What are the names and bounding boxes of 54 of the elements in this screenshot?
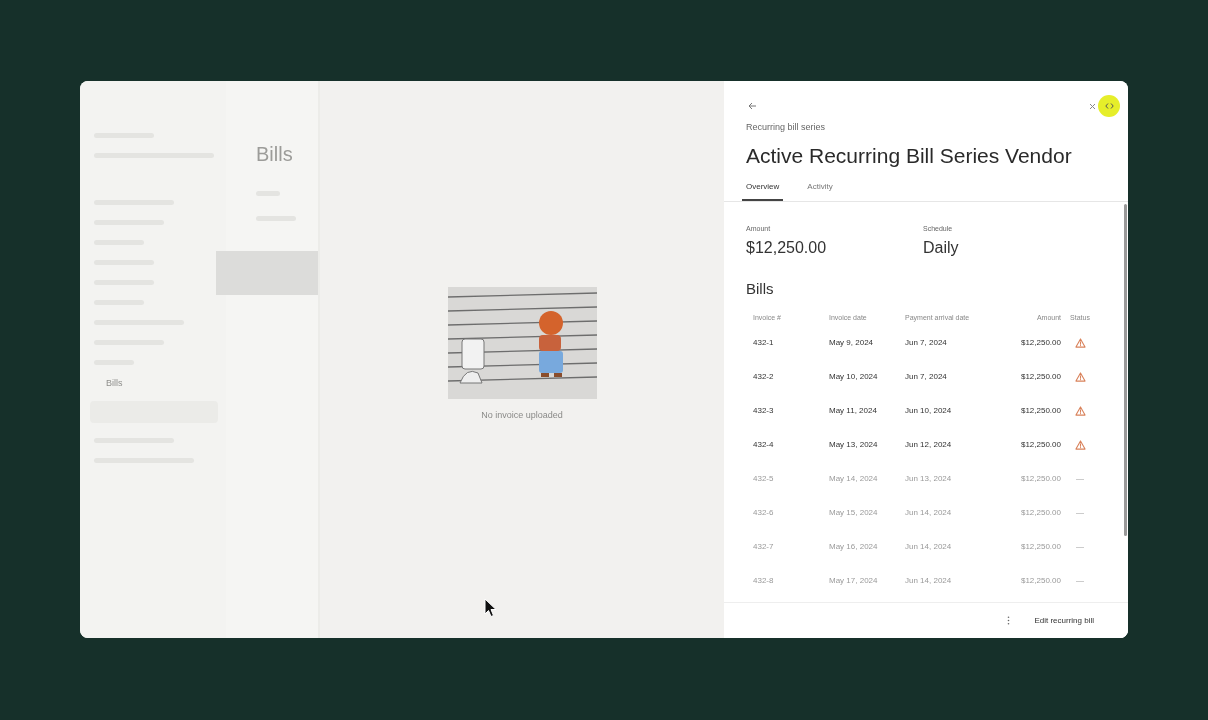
edit-recurring-bill-button[interactable]: Edit recurring bill: [1024, 610, 1104, 631]
table-cell-text: May 15, 2024: [829, 507, 879, 519]
table-cell-text: May 16, 2024: [829, 541, 879, 553]
table-cell-text: May 11, 2024: [829, 405, 878, 417]
table-cell-text: Jun 12, 2024: [905, 439, 953, 451]
preview-caption: No invoice uploaded: [481, 408, 563, 422]
table-cell-text: Jun 7, 2024: [905, 337, 948, 349]
summary-value: $12,250.00: [746, 237, 828, 258]
table-cell-text: 432-5: [753, 473, 775, 485]
table-cell-text: Jun 10, 2024: [905, 405, 953, 417]
table-row[interactable]: 432-1 May 9, 2024 Jun 7, 2024 $12,250.00: [753, 326, 1099, 360]
table-cell-text: 432-6: [753, 507, 775, 519]
table-cell-text: May 13, 2024: [829, 439, 879, 451]
back-arrow-icon[interactable]: [748, 102, 757, 110]
table-cell-text: $12,250.00: [1019, 439, 1061, 451]
table-row[interactable]: 432-3 May 11, 2024 Jun 10, 2024 $12,250.00: [753, 394, 1099, 428]
table-cell-text: 432-7: [753, 541, 775, 553]
table-cell-text: Jun 14, 2024: [905, 507, 953, 519]
table-cell-text: Jun 14, 2024: [905, 575, 953, 587]
tab[interactable]: Overview: [742, 181, 784, 201]
table-cell-text: 432-2: [753, 371, 775, 383]
table-cell-text: $12,250.00: [1019, 575, 1061, 587]
table-cell-text: $12,250.00: [1019, 541, 1061, 553]
table-row[interactable]: 432-2 May 10, 2024 Jun 7, 2024 $12,250.00: [753, 360, 1099, 394]
close-icon[interactable]: [1089, 102, 1096, 110]
status-text: —: [1076, 576, 1084, 585]
tab[interactable]: Activity: [803, 181, 837, 201]
mouse-cursor-icon: [484, 598, 497, 618]
status-text: —: [1076, 474, 1084, 483]
eyebrow-label: Recurring bill series: [746, 121, 827, 134]
table-cell-text: 432-1: [753, 337, 775, 349]
more-options-icon[interactable]: [1007, 616, 1011, 625]
table-cell-text: $12,250.00: [1019, 337, 1061, 349]
table-cell-text: May 9, 2024: [829, 337, 875, 349]
table-cell-text: $12,250.00: [1019, 405, 1061, 417]
table-row[interactable]: 432-4 May 13, 2024 Jun 12, 2024 $12,250.00: [753, 428, 1099, 462]
status-text: —: [1076, 508, 1084, 517]
table-cell-text: May 17, 2024: [829, 575, 879, 587]
table-cell-text: $12,250.00: [1019, 473, 1061, 485]
table-cell-text: Jun 7, 2024: [905, 371, 948, 383]
summary-value: Daily: [923, 237, 960, 258]
table-cell-text: 432-8: [753, 575, 775, 587]
table-cell-text: Jun 13, 2024: [905, 473, 953, 485]
table-cell-text: May 14, 2024: [829, 473, 879, 485]
panel-title: Active Recurring Bill Series Vendor: [746, 142, 1073, 169]
table-cell-text: Jun 14, 2024: [905, 541, 953, 553]
section-title: Bills: [745, 278, 775, 299]
table-cell-text: $12,250.00: [1019, 507, 1061, 519]
table-cell-text: $12,250.00: [1019, 371, 1061, 383]
page-title: Bills: [256, 142, 294, 167]
table-cell-text: May 10, 2024: [829, 371, 879, 383]
status-text: —: [1076, 542, 1084, 551]
table-cell-text: 432-3: [753, 405, 775, 417]
table-cell-text: 432-4: [753, 439, 775, 451]
